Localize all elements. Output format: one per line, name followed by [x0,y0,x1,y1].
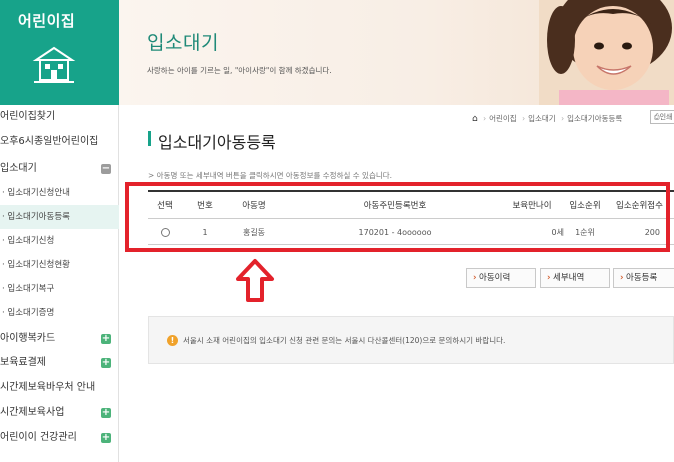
home-icon[interactable]: ⌂ [472,114,478,124]
sidebar-item-label: 어린이이 건강관리 [0,432,77,443]
breadcrumb-item[interactable]: 입소대기 [528,114,556,123]
sidebar-logo-text: 어린이집 [18,12,76,30]
print-label: 인쇄 [659,113,673,121]
expand-icon[interactable]: + [101,334,111,344]
sidebar-item-label: 시간제보육사업 [0,407,65,418]
sidebar-logo[interactable]: 어린이집 [0,0,119,105]
expand-icon[interactable]: + [101,433,111,443]
sidebar-item-child-health[interactable]: 어린이이 건강관리 + [0,426,119,450]
sidebar-item-label: · 입소대기신청안내 [2,188,70,198]
top-banner: 입소대기 사랑하는 아이를 기르는 일, "아이사랑"이 함께 하겠습니다. [119,0,674,105]
breadcrumb-item[interactable]: 어린이집 [489,114,517,123]
sidebar-item-label: · 입소대기복구 [2,284,55,294]
breadcrumb: ⌂ › 어린이집 › 입소대기 › 입소대기아동등록 [472,114,623,124]
sidebar-item-label: 보육료결제 [0,357,46,368]
expand-icon[interactable]: + [101,408,111,418]
house-icon [32,46,76,83]
page-title: 입소대기아동등록 [148,129,276,153]
banner-subtitle: 사랑하는 아이를 기르는 일, "아이사랑"이 함께 하겠습니다. [147,66,332,75]
detail-button[interactable]: 세부내역 [540,268,610,288]
sidebar-item-waitlist-certificate[interactable]: · 입소대기증명 [0,301,119,325]
sidebar-item-waitlist-guide[interactable]: · 입소대기신청안내 [0,181,119,205]
sidebar-item-waitlist-child-register[interactable]: · 입소대기아동등록 [0,205,119,229]
sidebar-item-waitlist-status[interactable]: · 입소대기신청현황 [0,253,119,277]
sidebar-item-label: 어린이집찾기 [0,111,56,122]
sidebar-item-waitlist[interactable]: 입소대기 − [0,157,119,181]
sidebar-item-label: · 입소대기증명 [2,308,55,318]
info-icon: ! [167,335,178,346]
sidebar-item-label: · 입소대기아동등록 [2,212,70,222]
notice-text: > 아동명 또는 세부내역 버튼을 클릭하시면 아동정보를 수정하실 수 있습니… [148,171,393,180]
sidebar-item-fee-payment[interactable]: 보육료결제 + [0,351,119,375]
sidebar-item-6pm-daycare[interactable]: 오후6시종일반어린이집 [0,130,119,154]
sidebar-item-voucher-guide[interactable]: 시간제보육바우처 안내 [0,376,119,400]
sidebar-item-label: 아이행복카드 [0,333,56,344]
register-child-button[interactable]: 아동등록 [613,268,674,288]
child-history-button[interactable]: 아동이력 [466,268,536,288]
sidebar-item-label: 입소대기 [0,163,37,174]
child-photo [539,0,674,105]
sidebar-item-label: · 입소대기신청 [2,236,55,246]
info-text: 서울시 소재 어린이집의 입소대기 신청 관련 문의는 서울시 다산콜센터(12… [183,336,506,345]
sidebar-item-waitlist-apply[interactable]: · 입소대기신청 [0,229,119,253]
collapse-icon[interactable]: − [101,164,111,174]
banner-title: 입소대기 [147,32,219,54]
sidebar-item-find-daycare[interactable]: 어린이집찾기 [0,105,119,129]
info-box: ! 서울시 소재 어린이집의 입소대기 신청 관련 문의는 서울시 다산콜센터(… [148,316,674,364]
up-arrow-icon [236,259,274,302]
expand-icon[interactable]: + [101,358,111,368]
page: 어린이집 어린이집찾기 오후6시종일반어린이집 입소대기 − · 입소대기신청안내… [0,0,674,462]
sidebar-item-label: 시간제보육바우처 안내 [0,382,96,393]
sidebar-item-happy-card[interactable]: 아이행복카드 + [0,327,119,351]
sidebar-item-label: 오후6시종일반어린이집 [0,136,99,147]
sidebar-nav: 어린이집찾기 오후6시종일반어린이집 입소대기 − · 입소대기신청안내 · 입소… [0,105,119,462]
page-title-text: 입소대기아동등록 [158,133,276,152]
sidebar-item-label: · 입소대기신청현황 [2,260,70,270]
print-button[interactable]: ⎙인쇄 [650,110,674,124]
highlight-box [125,182,670,252]
sidebar-item-hourly-care[interactable]: 시간제보육사업 + [0,401,119,425]
sidebar-item-waitlist-restore[interactable]: · 입소대기복구 [0,277,119,301]
breadcrumb-item[interactable]: 입소대기아동등록 [567,114,622,123]
